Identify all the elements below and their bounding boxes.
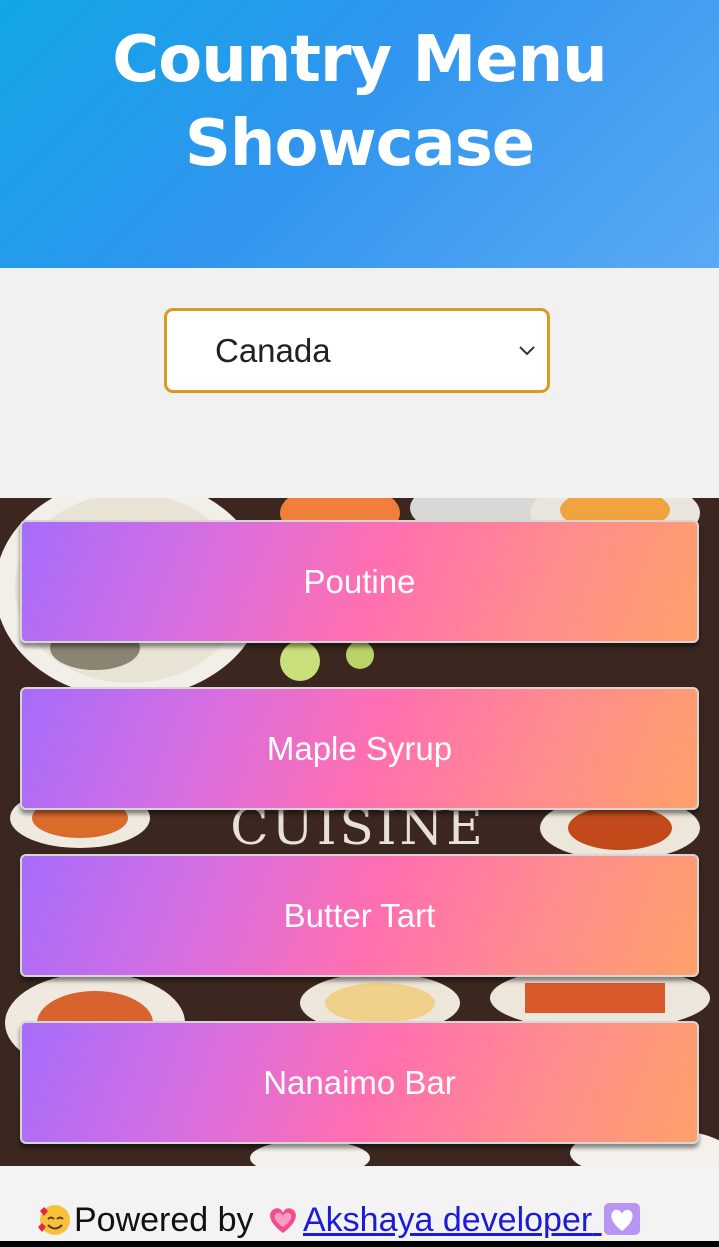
footer-prefix: Powered by — [74, 1201, 254, 1239]
menu-item-button[interactable]: Nanaimo Bar — [20, 1021, 699, 1144]
header: Country Menu Showcase — [0, 0, 719, 268]
page-title: Country Menu Showcase — [0, 18, 719, 186]
smiling-face-with-hearts-icon — [38, 1205, 70, 1235]
page-title-line-1: Country Menu — [112, 23, 607, 97]
author-link[interactable]: Akshaya developer — [263, 1201, 642, 1239]
footer-credit: Powered by Akshaya developer — [34, 1200, 642, 1240]
food-menu-section: CUISINE Poutine Maple Syrup Butter Tart … — [0, 498, 719, 1166]
sparkling-heart-icon — [270, 1208, 296, 1233]
chevron-down-icon — [519, 346, 535, 356]
white-heart-icon — [603, 1203, 640, 1235]
menu-item-button[interactable]: Butter Tart — [20, 854, 699, 977]
country-select[interactable]: Canada — [164, 308, 550, 393]
page-title-line-2: Showcase — [184, 107, 535, 181]
menu-item-button[interactable]: Poutine — [20, 520, 699, 643]
author-link-text: Akshaya developer — [303, 1201, 593, 1239]
menu-item-label: Nanaimo Bar — [263, 1064, 456, 1101]
footer: Powered by Akshaya developer — [0, 1166, 719, 1247]
menu-item-label: Butter Tart — [283, 897, 436, 934]
menu-item-label: Maple Syrup — [266, 730, 453, 767]
menu-item-button[interactable]: Maple Syrup — [20, 687, 699, 810]
menu-item-label: Poutine — [303, 563, 416, 600]
bottom-edge-bar — [0, 1241, 719, 1247]
country-select-value: Canada — [215, 332, 331, 369]
